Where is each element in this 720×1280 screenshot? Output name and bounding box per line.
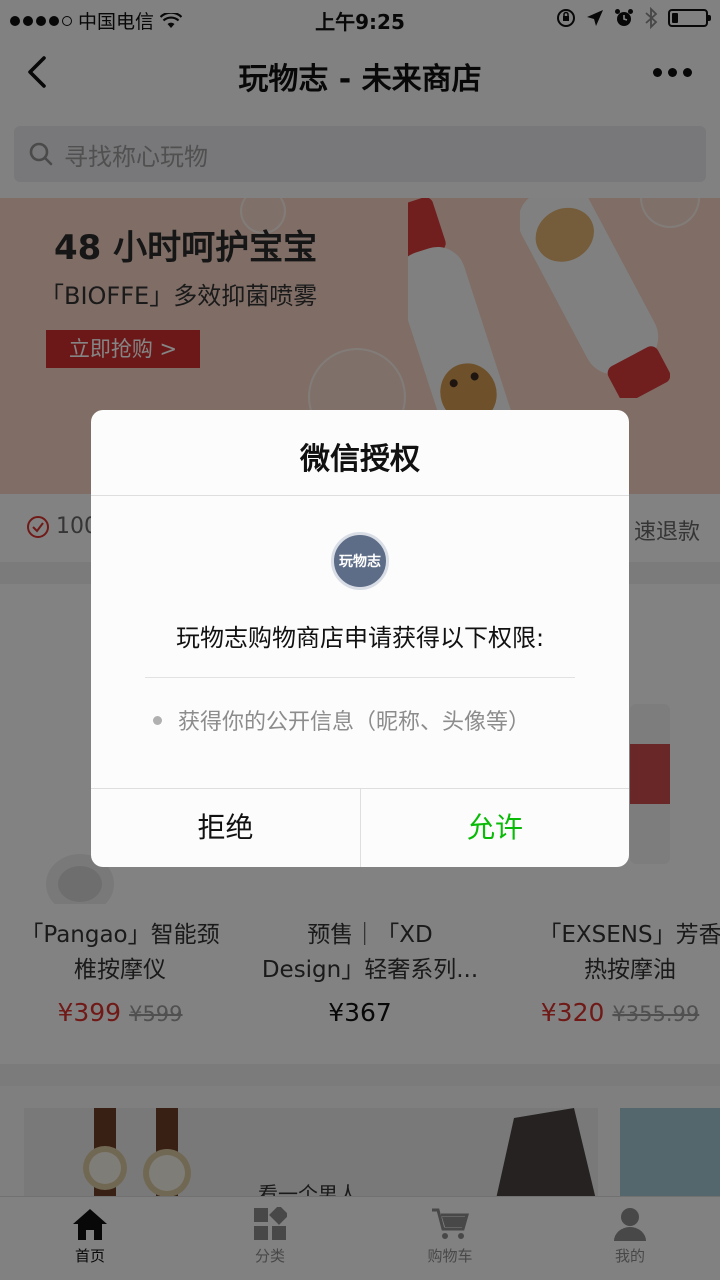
dialog-title: 微信授权 <box>300 442 420 477</box>
permission-item: 获得你的公开信息（昵称、头像等） <box>153 704 530 736</box>
bullet-icon <box>153 715 162 725</box>
deny-button[interactable]: 拒绝 <box>91 789 360 867</box>
divider <box>145 677 575 678</box>
app-logo: 玩物志 <box>331 532 389 590</box>
dialog-message: 玩物志购物商店申请获得以下权限: <box>175 624 545 652</box>
divider <box>91 495 629 496</box>
app-logo-text: 玩物志 <box>339 554 381 570</box>
permission-text: 获得你的公开信息（昵称、头像等） <box>178 710 531 735</box>
auth-dialog: 微信授权 玩物志 玩物志购物商店申请获得以下权限: 获得你的公开信息（昵称、头像… <box>91 410 629 867</box>
allow-button[interactable]: 允许 <box>360 789 629 867</box>
